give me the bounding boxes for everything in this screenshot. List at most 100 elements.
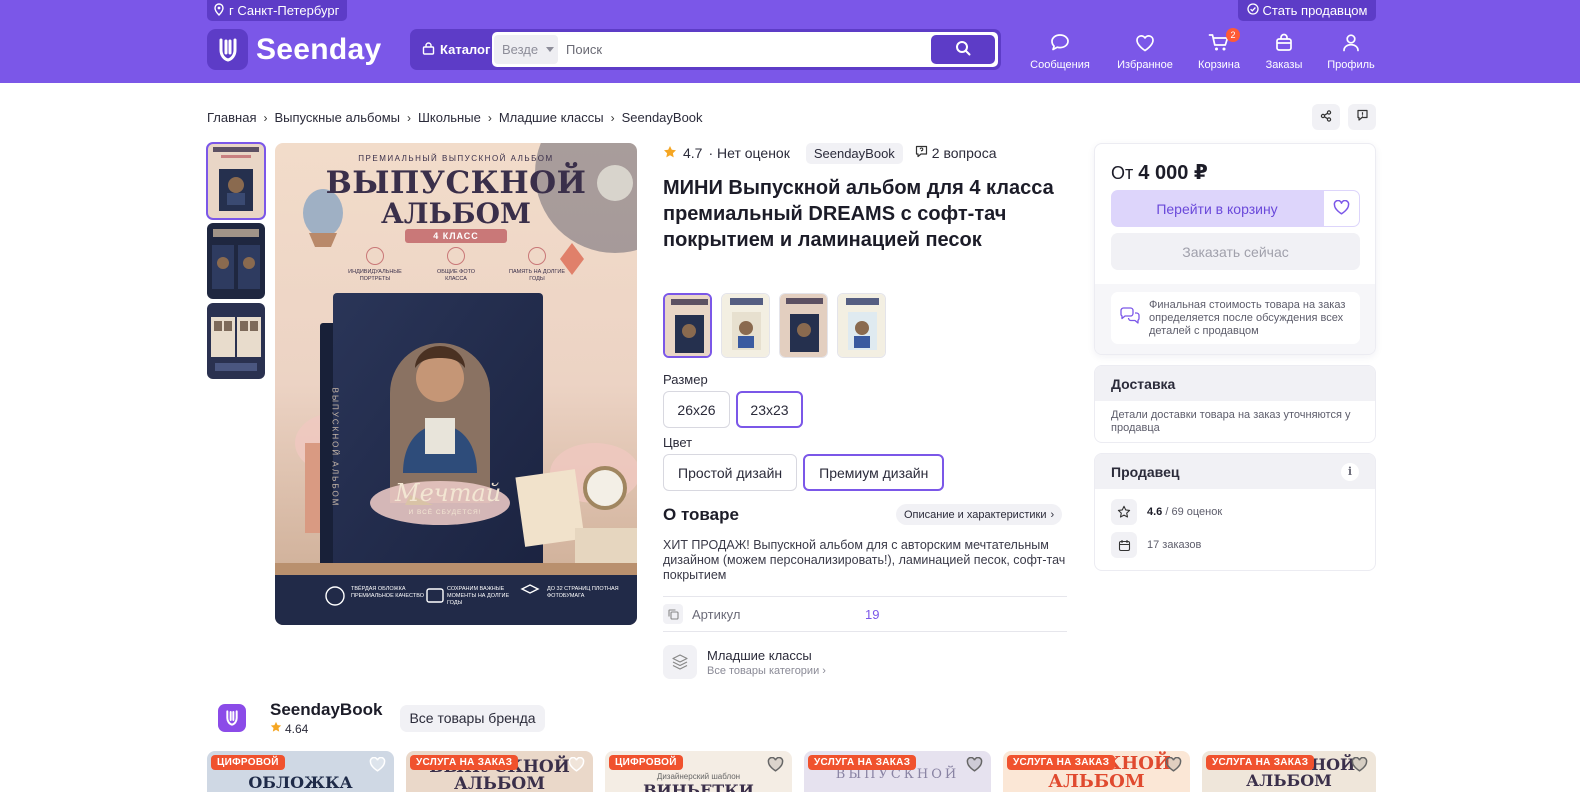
breadcrumb-item-brand[interactable]: SeendayBook — [622, 110, 703, 125]
category-all-link[interactable]: Все товары категории › — [707, 665, 826, 677]
breadcrumb-item-home[interactable]: Главная — [207, 110, 256, 125]
bottom-feature: СОХРАНИМ ВАЖНЫЕ МОМЕНТЫ НА ДОЛГИЕ ГОДЫ — [447, 586, 510, 606]
description-link-label: Описание и характеристики — [904, 508, 1047, 521]
breadcrumb-item-school[interactable]: Школьные — [418, 110, 481, 125]
star-icon — [270, 721, 282, 736]
heart-icon[interactable] — [565, 754, 587, 774]
seller-orders: 17 заказов — [1147, 539, 1202, 551]
variant-thumbnails — [663, 293, 886, 358]
product-card[interactable]: ВЫПУСКНОЙ АЛЬБОМ УСЛУГА НА ЗАКАЗ — [406, 751, 593, 792]
color-label: Цвет — [663, 435, 693, 450]
cover-features: ИНДИВИДУАЛЬНЫЕ ПОРТРЕТЫ ОБЩИЕ ФОТО КЛАСС… — [345, 247, 567, 283]
gallery-thumb[interactable] — [206, 142, 266, 220]
seller-rating: 4.6 — [1147, 506, 1163, 518]
size-option[interactable]: 23x23 — [736, 391, 803, 428]
gallery-thumbnails — [206, 142, 266, 383]
brand-rating-row: 4.64 — [270, 721, 382, 736]
brand-tag[interactable]: SeendayBook — [805, 142, 903, 164]
product-main-image[interactable]: ПРЕМИАЛЬНЫЙ ВЫПУСКНОЙ АЛЬБОМ ВЫПУСКНОЙ А… — [275, 143, 637, 625]
all-brand-products-button[interactable]: Все товары бренда — [400, 704, 545, 732]
nav-profile[interactable]: Профиль — [1324, 32, 1378, 71]
search-scope-select[interactable]: Везде — [494, 35, 558, 64]
gallery-thumb[interactable] — [207, 303, 265, 379]
product-card[interactable]: Дизайнерский шаблон ВИНЬЕТКИ ЦИФРОВОЙ — [605, 751, 792, 792]
product-card-tag: УСЛУГА НА ЗАКАЗ — [808, 755, 917, 770]
heart-icon[interactable] — [1162, 754, 1184, 774]
brand-info: SeendayBook 4.64 — [270, 700, 382, 736]
variant-thumb[interactable] — [721, 293, 770, 358]
breadcrumb-item-albums[interactable]: Выпускные альбомы — [274, 110, 400, 125]
cover-feature-label: ОБЩИЕ ФОТО КЛАССА — [436, 269, 476, 282]
size-options: 26x26 23x23 — [663, 391, 803, 428]
chat-bubbles-icon — [1119, 307, 1141, 329]
product-card[interactable]: ВЫПУСКНОЙ АЛЬБОМ УСЛУГА НА ЗАКАЗ — [1202, 751, 1376, 792]
heart-icon[interactable] — [764, 754, 786, 774]
gallery-thumb[interactable] — [207, 223, 265, 299]
purchase-card: От 4 000 ₽ Перейти в корзину Заказать се… — [1094, 143, 1376, 355]
city-selector[interactable]: г Санкт-Петербург — [207, 0, 348, 21]
seller-rating-count: / 69 оценок — [1165, 506, 1223, 518]
product-card-tag: ЦИФРОВОЙ — [609, 755, 683, 770]
order-now-button[interactable]: Заказать сейчас — [1111, 233, 1360, 270]
price-note-area: Финальная стоимость товара на заказ опре… — [1095, 284, 1375, 354]
product-card[interactable]: ОБЛОЖКА ЦИФРОВОЙ — [207, 751, 394, 792]
become-seller-link[interactable]: Стать продавцом — [1238, 0, 1376, 21]
product-card-title: ВИНЬЕТКИ — [643, 781, 754, 792]
report-button[interactable] — [1348, 104, 1376, 130]
color-option[interactable]: Премиум дизайн — [803, 454, 945, 491]
bag-icon — [1275, 32, 1293, 53]
go-to-cart-button[interactable]: Перейти в корзину — [1111, 190, 1323, 227]
layers-icon — [663, 645, 697, 679]
seller-orders-row: 17 заказов — [1111, 532, 1201, 558]
info-icon[interactable]: i — [1341, 462, 1359, 481]
nav-messages[interactable]: Сообщения — [1027, 32, 1093, 71]
product-card[interactable]: ВЫПУСКНОЙ УСЛУГА НА ЗАКАЗ — [804, 751, 991, 792]
search-button[interactable] — [931, 35, 995, 64]
user-icon — [1342, 32, 1360, 53]
delivery-card: Доставка Детали доставки товара на заказ… — [1094, 365, 1376, 443]
variant-thumb[interactable] — [837, 293, 886, 358]
copy-icon[interactable] — [663, 604, 683, 624]
site-logo[interactable]: Seenday — [207, 29, 382, 70]
product-reviews[interactable]: · Нет оценок — [708, 145, 789, 161]
heart-icon — [1333, 199, 1350, 218]
product-card-title: ОБЛОЖКА — [248, 773, 353, 792]
search-input[interactable] — [562, 35, 922, 64]
questions-link[interactable]: 2 вопроса — [915, 145, 996, 161]
brand-name[interactable]: SeendayBook — [270, 700, 382, 720]
city-label: г Санкт-Петербург — [229, 3, 340, 18]
heart-icon[interactable] — [1348, 754, 1370, 774]
chevron-right-icon: › — [263, 110, 268, 125]
cover-top-text: ПРЕМИАЛЬНЫЙ ВЫПУСКНОЙ АЛЬБОМ — [358, 154, 554, 163]
article-label: Артикул — [692, 606, 741, 622]
color-option[interactable]: Простой дизайн — [663, 454, 798, 491]
share-button[interactable] — [1312, 104, 1340, 130]
size-option[interactable]: 26x26 — [663, 391, 730, 428]
brand-logo-icon[interactable] — [218, 704, 246, 732]
heart-icon[interactable] — [366, 754, 388, 774]
location-pin-icon — [213, 2, 225, 19]
chevron-right-icon: › — [487, 110, 492, 125]
heart-icon — [1135, 32, 1155, 53]
price: От 4 000 ₽ — [1111, 160, 1208, 185]
chevron-down-icon — [546, 47, 555, 52]
product-tools — [1312, 104, 1376, 130]
nav-favorites[interactable]: Избранное — [1112, 32, 1178, 71]
catalog-label: Каталог — [440, 42, 491, 57]
add-favorite-button[interactable] — [1323, 190, 1360, 227]
category-link[interactable]: Младшие классы Все товары категории › — [663, 645, 826, 679]
heart-icon[interactable] — [963, 754, 985, 774]
catalog-button[interactable]: Каталог — [416, 35, 496, 64]
variant-thumb[interactable] — [663, 293, 712, 358]
about-text: ХИТ ПРОДАЖ! Выпускной альбом для с автор… — [663, 538, 1066, 582]
variant-thumb[interactable] — [779, 293, 828, 358]
nav-orders[interactable]: Заказы — [1262, 32, 1306, 71]
search-box: Везде — [492, 32, 998, 67]
chat-icon — [1050, 32, 1070, 53]
product-card[interactable]: ВЫПУСКНОЙ АЛЬБОМ УСЛУГА НА ЗАКАЗ — [1003, 751, 1190, 792]
chevron-right-icon: › — [407, 110, 411, 125]
description-link[interactable]: Описание и характеристики › — [896, 504, 1063, 525]
breadcrumb-item-junior[interactable]: Младшие классы — [499, 110, 604, 125]
nav-cart[interactable]: 2 Корзина — [1192, 28, 1246, 71]
cover-title-line-1: ВЫПУСКНОЙ — [325, 165, 587, 201]
